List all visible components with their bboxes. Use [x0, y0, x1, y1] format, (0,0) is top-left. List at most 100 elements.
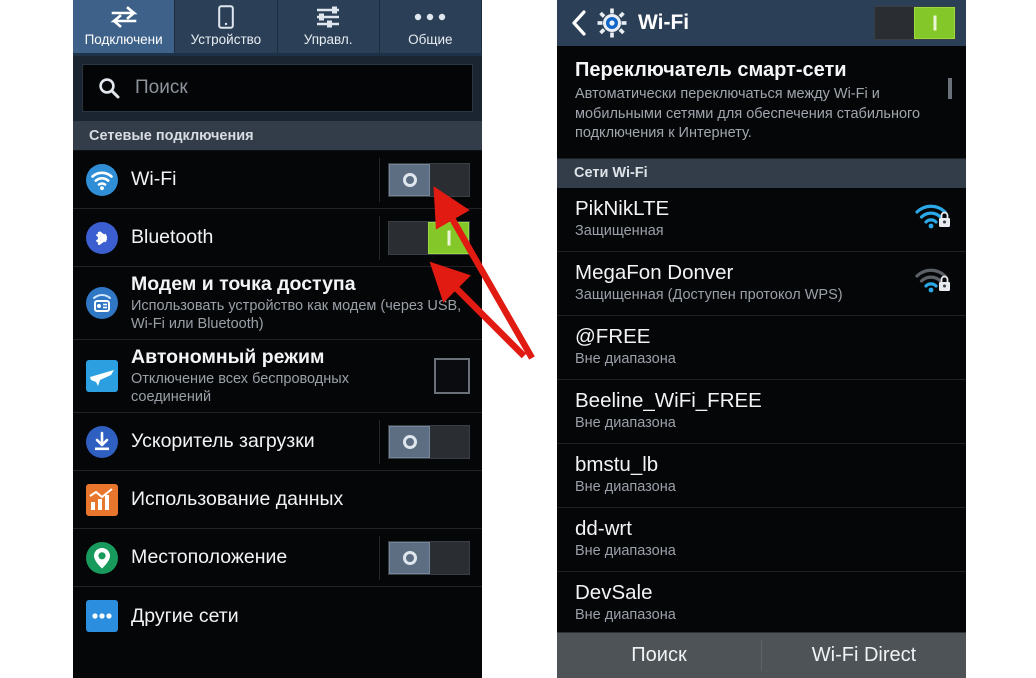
list-item-airplane-mode[interactable]: Автономный режим Отключение всех беспров… [73, 340, 482, 413]
wifi-network-text: @FREE Вне диапазона [575, 325, 952, 369]
gear-icon [597, 8, 627, 38]
tab-device-label: Устройство [190, 33, 262, 46]
list-item-wifi[interactable]: Wi-Fi [73, 151, 482, 209]
search-icon [97, 76, 121, 100]
wifi-network-name: DevSale [575, 581, 653, 604]
list-item-airplane-sub: Отключение всех беспроводных соединений [131, 371, 349, 405]
switch-knob [389, 425, 430, 458]
screenshot-stage: Подключени Устройство Управл. Общие Поис… [0, 0, 1036, 678]
list-item-data-usage-text: Использование данных [131, 488, 482, 511]
tab-controls[interactable]: Управл. [278, 0, 380, 56]
tab-device[interactable]: Устройство [175, 0, 278, 56]
list-item-other-networks-label: Другие сети [131, 604, 239, 627]
bluetooth-toggle-switch[interactable] [388, 220, 470, 255]
switch-knob [914, 7, 955, 39]
smart-network-switch-checkbox[interactable] [948, 78, 952, 99]
wifi-network-text: MegaFon Donver Защищенная (Доступен прот… [575, 261, 914, 305]
list-item-other-networks[interactable]: Другие сети [73, 587, 482, 645]
wifi-network-status: Вне диапазона [575, 351, 676, 367]
wifi-settings-panel: Wi-Fi Переключатель смарт-сети Автоматич… [557, 0, 966, 678]
location-pin-icon [73, 541, 131, 575]
tethering-icon [73, 286, 131, 320]
list-item-wifi-text: Wi-Fi [131, 168, 379, 191]
list-item-airplane-label: Автономный режим [131, 346, 325, 368]
search-input[interactable]: Поиск [82, 64, 473, 112]
wifi-network-row[interactable]: Beeline_WiFi_FREE Вне диапазона [557, 379, 966, 444]
list-item-bluetooth[interactable]: Bluetooth [73, 209, 482, 267]
back-chevron-icon[interactable] [571, 10, 587, 36]
wifi-network-name: Beeline_WiFi_FREE [575, 389, 762, 412]
wifi-network-text: PikNikLTE Защищенная [575, 197, 914, 241]
list-item-tethering-label: Модем и точка доступа [131, 273, 356, 295]
wifi-network-name: bmstu_lb [575, 453, 659, 476]
download-booster-switch-cell [379, 419, 482, 464]
list-item-tethering[interactable]: Модем и точка доступа Использовать устро… [73, 267, 482, 340]
wifi-network-row[interactable]: MegaFon Donver Защищенная (Доступен прот… [557, 251, 966, 316]
settings-panel: Подключени Устройство Управл. Общие Поис… [73, 0, 482, 678]
tab-general-label: Общие [408, 33, 453, 46]
wifi-network-text: DevSale Вне диапазона [575, 581, 952, 625]
airplane-mode-checkbox[interactable] [434, 358, 470, 394]
location-switch-cell [379, 535, 482, 580]
switch-knob [389, 541, 430, 574]
smart-network-switch-description: Автоматически переключаться между Wi-Fi … [575, 86, 921, 141]
wifi-header-title: Wi-Fi [638, 11, 690, 34]
switch-off-glyph [402, 434, 417, 449]
wifi-network-name: MegaFon Donver [575, 261, 734, 284]
connections-arrows-icon [110, 4, 138, 30]
tab-general[interactable]: Общие [380, 0, 482, 56]
other-networks-icon [73, 599, 131, 633]
wifi-network-status: Вне диапазона [575, 607, 676, 623]
bluetooth-icon [73, 221, 131, 255]
wifi-signal-secured-icon [914, 202, 952, 237]
download-booster-toggle-switch[interactable] [388, 424, 470, 459]
wifi-network-status: Защищенная [575, 223, 664, 239]
list-item-location[interactable]: Местоположение [73, 529, 482, 587]
download-booster-icon [73, 425, 131, 459]
smart-network-switch-title: Переключатель смарт-сети [575, 59, 847, 81]
list-item-download-booster[interactable]: Ускоритель загрузки [73, 413, 482, 471]
section-header-wifi-networks: Сети Wi-Fi [557, 158, 966, 188]
wifi-network-name: @FREE [575, 325, 651, 348]
switch-on-glyph [933, 15, 936, 31]
search-area: Поиск [73, 56, 482, 121]
wifi-toggle-switch[interactable] [388, 162, 470, 197]
location-toggle-switch[interactable] [388, 540, 470, 575]
tab-connections-label: Подключени [84, 33, 163, 46]
list-item-other-networks-text: Другие сети [131, 605, 482, 628]
data-usage-icon [73, 483, 131, 517]
wifi-bottom-bar: Поиск Wi-Fi Direct [557, 632, 966, 678]
wifi-network-row[interactable]: bmstu_lb Вне диапазона [557, 443, 966, 508]
list-item-data-usage[interactable]: Использование данных [73, 471, 482, 529]
wifi-header-bar: Wi-Fi [557, 0, 966, 46]
airplane-checkbox-cell [426, 354, 482, 398]
wifi-network-name: dd-wrt [575, 517, 632, 540]
tab-controls-label: Управл. [303, 33, 353, 46]
switch-off-glyph [402, 172, 417, 187]
switch-off-glyph [402, 550, 417, 565]
switch-knob [389, 163, 430, 196]
tab-connections[interactable]: Подключени [73, 0, 176, 56]
section-header-label: Сетевые подключения [89, 127, 254, 144]
list-item-tethering-text: Модем и точка доступа Использовать устро… [131, 273, 482, 333]
list-item-tethering-sub: Использовать устройство как модем (через… [131, 298, 462, 332]
settings-tab-bar: Подключени Устройство Управл. Общие [73, 0, 482, 56]
wifi-direct-button[interactable]: Wi-Fi Direct [762, 633, 966, 678]
smart-network-switch-checkbox-cell [948, 58, 952, 99]
wifi-network-row[interactable]: dd-wrt Вне диапазона [557, 507, 966, 572]
wifi-network-row[interactable]: DevSale Вне диапазона [557, 571, 966, 636]
section-header-wifi-label: Сети Wi-Fi [574, 165, 648, 181]
scan-button[interactable]: Поиск [557, 633, 761, 678]
wifi-network-text: bmstu_lb Вне диапазона [575, 453, 952, 497]
wifi-master-toggle-switch[interactable] [874, 6, 956, 40]
smart-network-switch-row[interactable]: Переключатель смарт-сети Автоматически п… [557, 46, 966, 159]
switch-on-glyph [447, 230, 450, 245]
airplane-icon [73, 359, 131, 393]
wifi-network-row[interactable]: @FREE Вне диапазона [557, 315, 966, 380]
list-item-bluetooth-text: Bluetooth [131, 226, 379, 249]
more-dots-icon [413, 4, 447, 30]
wifi-signal-secured-icon [914, 266, 952, 301]
wifi-network-status: Вне диапазона [575, 415, 676, 431]
wifi-network-row[interactable]: PikNikLTE Защищенная [557, 187, 966, 252]
switch-knob [428, 221, 469, 254]
